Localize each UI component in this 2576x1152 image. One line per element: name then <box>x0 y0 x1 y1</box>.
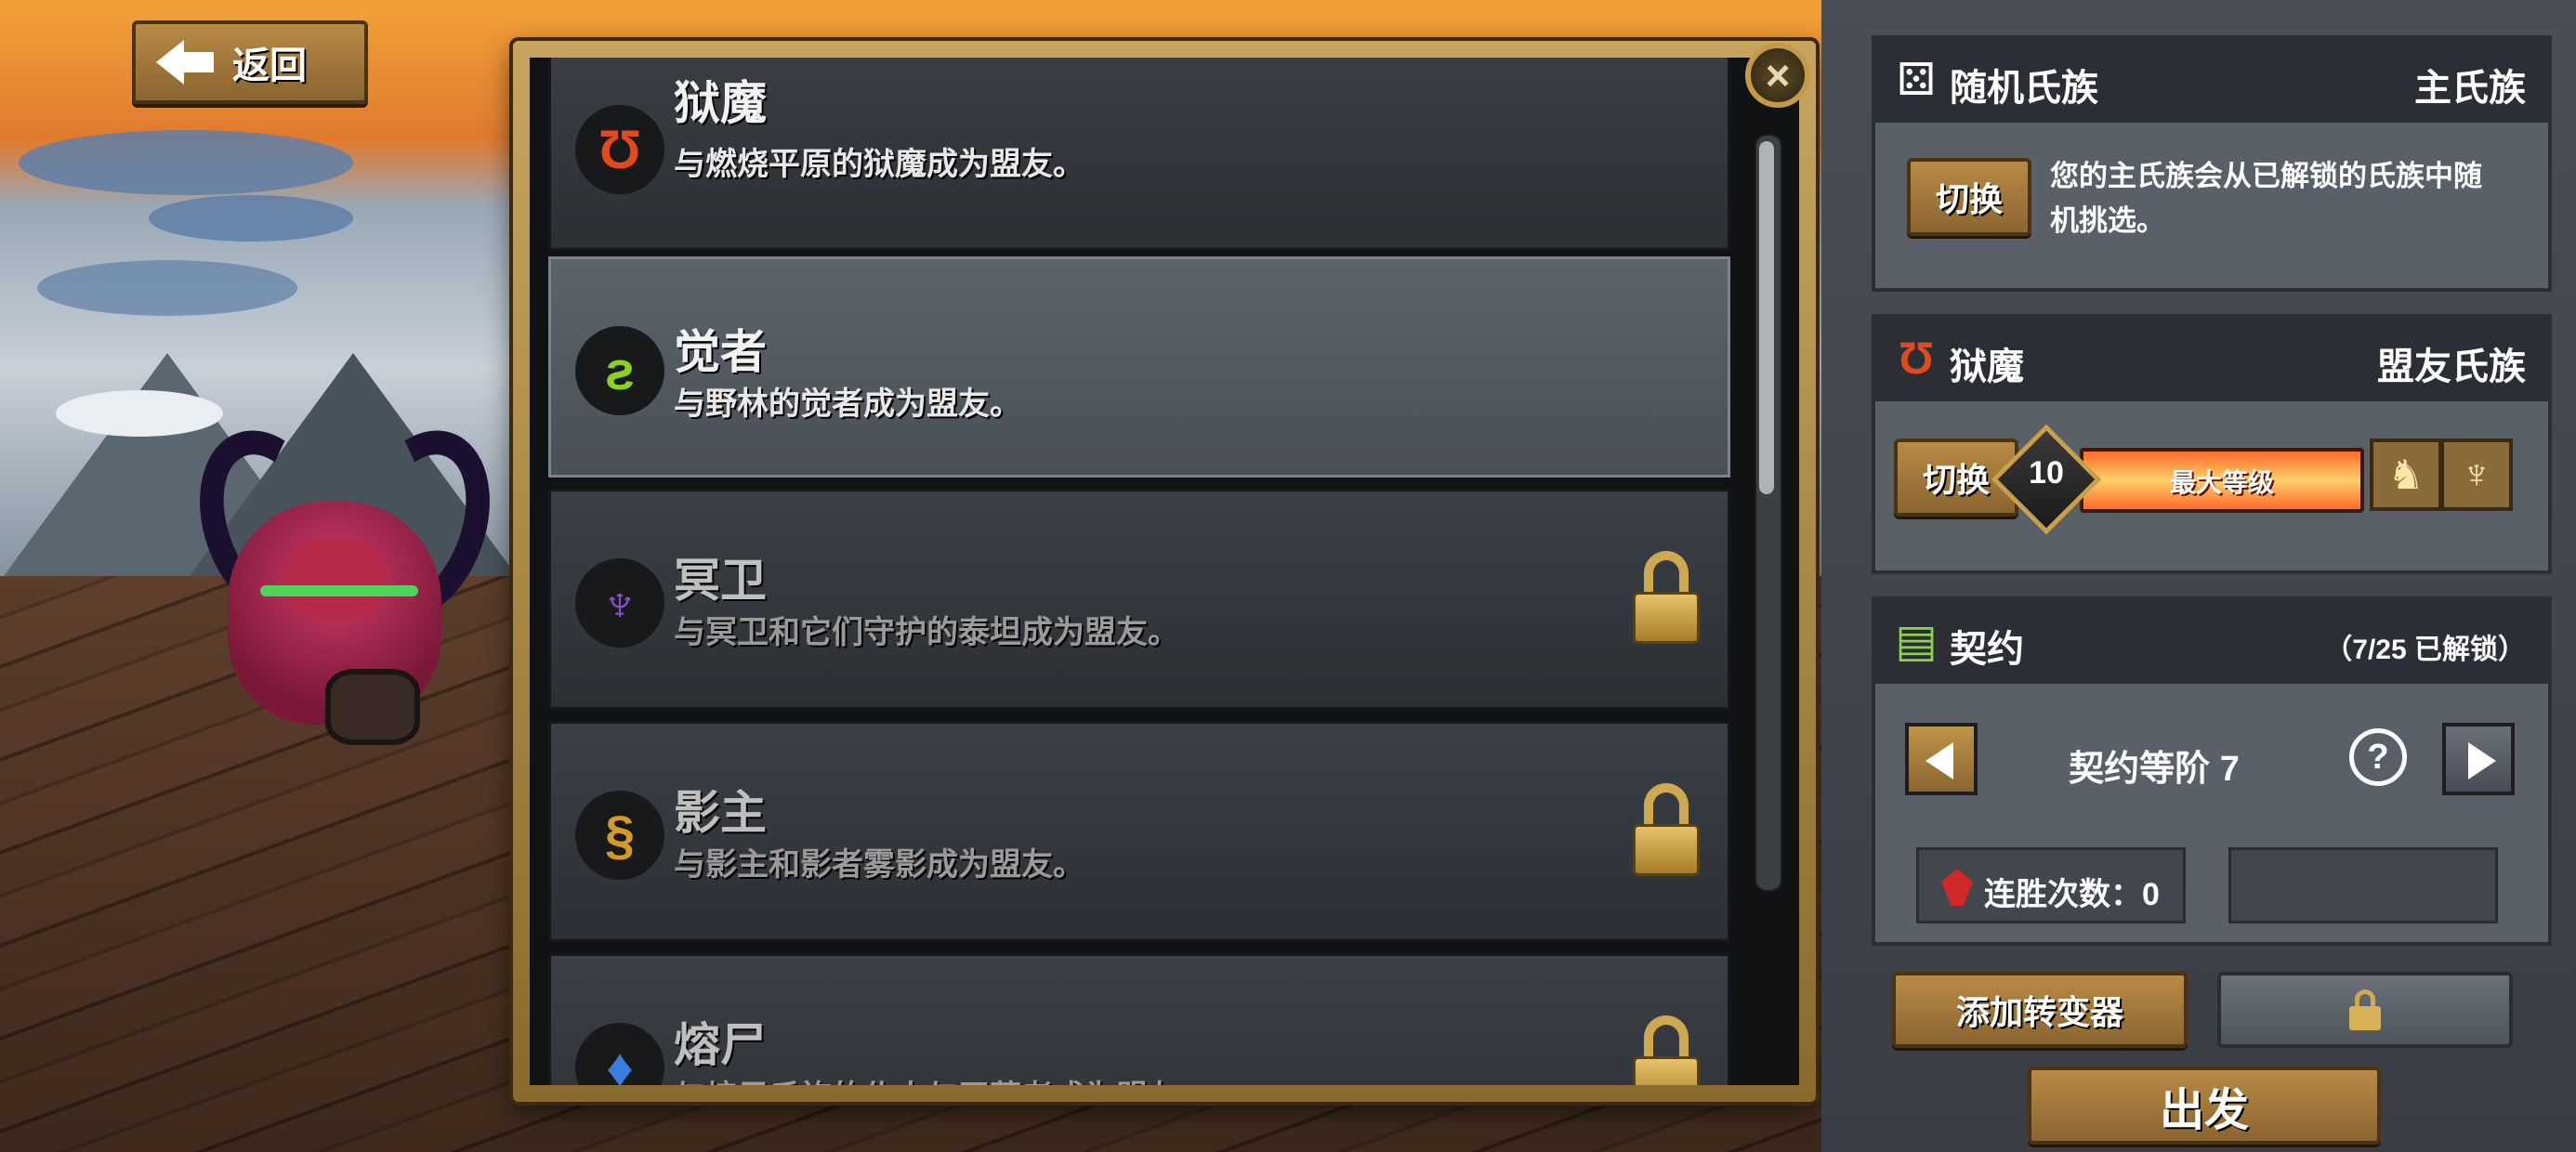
clan-level-number: 10 <box>2029 455 2064 491</box>
inferno-monster-avatar <box>175 411 515 771</box>
ally-clan-section: Ʊ 狱魔 盟友氏族 切换 最大等级 10 ♞ ♆ <box>1872 314 2552 574</box>
dice-icon: ⚄ <box>1897 56 1936 105</box>
random-clan-description-line1: 您的主氏族会从已解锁的氏族中随 <box>2050 160 2482 192</box>
warden-clan-icon: ♆ <box>575 558 664 648</box>
clan-list-panel: Ʊ 狱魔 与燃烧平原的狱魔成为盟友。 ƨ 觉者 与野林的觉者成为盟友。 ♆ 冥卫… <box>513 41 1816 1102</box>
max-level-label: 最大等级 <box>2169 468 2274 497</box>
awakened-clan-icon: ƨ <box>575 326 664 415</box>
win-streak-box: 连胜次数：0 <box>1916 847 2186 923</box>
random-clan-title: 随机氏族 <box>1950 68 2098 109</box>
close-button[interactable]: × <box>1745 43 1810 108</box>
clan-list-scrollbar[interactable] <box>1755 134 1782 892</box>
back-button-label: 返回 <box>232 46 307 86</box>
ally-clan-title: 狱魔 <box>1950 347 2024 387</box>
clan-description: 与燃烧平原的狱魔成为盟友。 <box>674 147 1084 182</box>
add-mutator-button[interactable]: 添加转变器 <box>1892 972 2188 1048</box>
locked-slot-button[interactable] <box>2217 972 2513 1048</box>
contract-prev-button[interactable] <box>1905 723 1978 795</box>
contract-tier-label: 契约等阶 7 <box>2069 750 2240 789</box>
clan-row-awakened[interactable]: ƨ 觉者 与野林的觉者成为盟友。 <box>548 256 1730 478</box>
inferno-clan-icon: Ʊ <box>575 105 664 194</box>
clan-name: 觉者 <box>674 326 767 378</box>
scrollbar-thumb[interactable] <box>1759 141 1774 494</box>
clan-description: 与野林的觉者成为盟友。 <box>674 386 1021 422</box>
clan-description: 与冥卫和它们守护的泰坦成为盟友。 <box>674 615 1179 650</box>
clan-level-bar: 最大等级 <box>2080 448 2364 513</box>
contract-section: ▤ 契约 （7/25 已解锁） 契约等阶 7 ? 连胜次数：0 <box>1872 596 2552 946</box>
random-clan-section: ⚄ 随机氏族 主氏族 切换 您的主氏族会从已解锁的氏族中随 机挑选。 <box>1872 35 2552 292</box>
back-arrow-icon <box>156 40 216 85</box>
clan-description: 与熔尸氏族的仆人与王莽者成为盟友。 <box>674 1071 1211 1085</box>
lock-icon <box>1633 783 1700 876</box>
inferno-clan-small-icon: Ʊ <box>1898 334 1935 384</box>
chevron-left-icon <box>1925 742 1953 779</box>
main-clan-label: 主氏族 <box>2414 68 2526 109</box>
clan-list[interactable]: Ʊ 狱魔 与燃烧平原的狱魔成为盟友。 ƨ 觉者 与野林的觉者成为盟友。 ♆ 冥卫… <box>530 58 1799 1085</box>
clan-name: 影主 <box>674 787 767 839</box>
trophy-icon <box>1941 869 1973 906</box>
contract-unlocked-count: （7/25 已解锁） <box>2324 635 2526 665</box>
trident-relic-icon[interactable]: ♆ <box>2440 439 2513 511</box>
lock-icon <box>1633 551 1700 644</box>
clan-row-inferno[interactable]: Ʊ 狱魔 与燃烧平原的狱魔成为盟友。 <box>548 58 1730 251</box>
contract-title: 契约 <box>1950 629 2024 670</box>
clan-name: 狱魔 <box>674 77 767 129</box>
lock-icon <box>1633 1015 1700 1085</box>
chevron-right-icon <box>2468 742 2496 779</box>
contract-next-button[interactable] <box>2442 723 2515 795</box>
shadow-clan-icon: § <box>575 791 664 880</box>
clan-description: 与影主和影者雾影成为盟友。 <box>674 847 1084 883</box>
clan-name: 冥卫 <box>674 555 767 607</box>
lock-icon <box>2349 989 2381 1030</box>
switch-main-clan-button[interactable]: 切换 <box>1907 158 2031 236</box>
close-icon: × <box>1765 51 1791 99</box>
clan-row-molten[interactable]: ♦ 熔尸 与熔尸氏族的仆人与王莽者成为盟友。 <box>548 953 1730 1085</box>
random-clan-description-line2: 机挑选。 <box>2050 204 2165 237</box>
depart-button[interactable]: 出发 <box>2028 1067 2381 1145</box>
ally-clan-label: 盟友氏族 <box>2377 347 2526 387</box>
dragon-relic-icon[interactable]: ♞ <box>2370 439 2442 511</box>
help-icon[interactable]: ? <box>2349 728 2407 786</box>
clan-name: 熔尸 <box>674 1019 767 1071</box>
right-panel: ⚄ 随机氏族 主氏族 切换 您的主氏族会从已解锁的氏族中随 机挑选。 Ʊ 狱魔 … <box>1821 0 2576 1152</box>
contract-cards-icon: ▤ <box>1895 617 1938 666</box>
win-streak-label: 连胜次数：0 <box>1984 877 2160 912</box>
back-button[interactable]: 返回 <box>132 20 368 104</box>
clan-row-shadow[interactable]: § 影主 与影主和影者雾影成为盟友。 <box>548 721 1730 942</box>
empty-stat-box <box>2228 847 2498 923</box>
clan-row-warden[interactable]: ♆ 冥卫 与冥卫和它们守护的泰坦成为盟友。 <box>548 489 1730 710</box>
molten-clan-icon: ♦ <box>575 1023 664 1085</box>
